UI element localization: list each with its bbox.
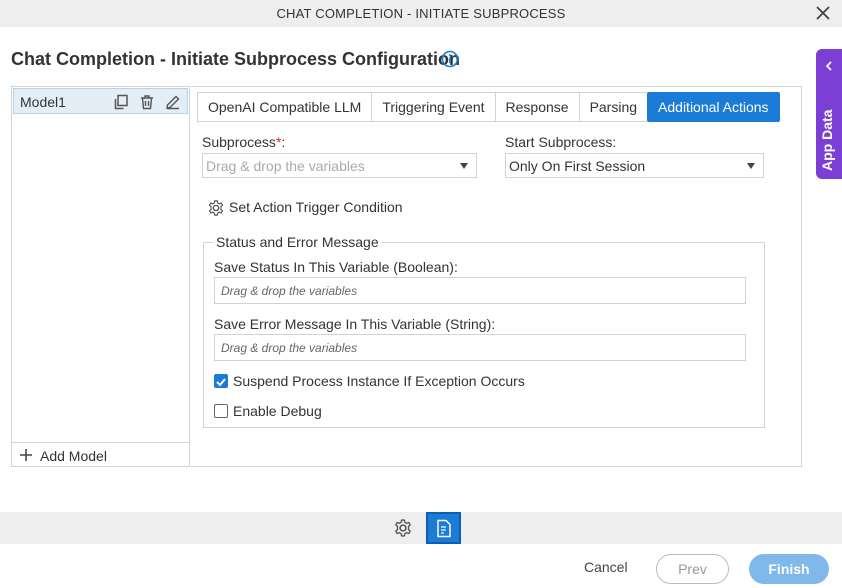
checkmark-icon <box>216 378 226 387</box>
model-name: Model1 <box>20 94 66 110</box>
app-data-label: App Data <box>819 109 835 171</box>
start-subprocess-label: Start Subprocess: <box>505 134 617 150</box>
save-status-label: Save Status In This Variable (Boolean): <box>214 259 458 275</box>
tab-openai-compatible-llm[interactable]: OpenAI Compatible LLM <box>197 92 372 122</box>
suspend-process-label: Suspend Process Instance If Exception Oc… <box>233 373 525 389</box>
plus-icon <box>20 449 32 461</box>
save-error-label: Save Error Message In This Variable (Str… <box>214 316 496 332</box>
subprocess-label: Subprocess*: <box>202 134 286 150</box>
model-list-panel: Model1 Add Model <box>11 86 190 467</box>
start-subprocess-dropdown[interactable]: Only On First Session <box>505 153 764 178</box>
subprocess-placeholder: Drag & drop the variables <box>206 158 365 174</box>
chevron-left-icon <box>825 61 832 71</box>
app-data-tab[interactable]: App Data <box>816 49 842 179</box>
gear-icon <box>208 200 224 216</box>
enable-debug-label: Enable Debug <box>233 403 322 419</box>
chevron-down-icon <box>747 163 755 169</box>
finish-button[interactable]: Finish <box>749 554 829 584</box>
subprocess-dropdown[interactable]: Drag & drop the variables <box>202 153 477 178</box>
cancel-button[interactable]: Cancel <box>584 559 628 575</box>
tab-strip: OpenAI Compatible LLM Triggering Event R… <box>197 92 780 122</box>
enable-debug-checkbox[interactable] <box>214 404 228 418</box>
set-action-trigger-condition-label: Set Action Trigger Condition <box>229 199 403 215</box>
add-model-button[interactable]: Add Model <box>12 442 189 467</box>
document-icon <box>437 519 451 538</box>
gear-icon[interactable] <box>393 518 413 538</box>
tab-response[interactable]: Response <box>494 92 579 122</box>
document-view-button[interactable] <box>426 512 461 544</box>
tab-parsing[interactable]: Parsing <box>578 92 648 122</box>
start-subprocess-value: Only On First Session <box>509 158 646 174</box>
tab-additional-actions[interactable]: Additional Actions <box>647 92 780 122</box>
page-title: Chat Completion - Initiate Subprocess Co… <box>11 49 461 69</box>
delete-icon[interactable] <box>138 93 156 111</box>
dialog-titlebar: CHAT COMPLETION - INITIATE SUBPROCESS <box>0 0 842 27</box>
save-status-placeholder: Drag & drop the variables <box>221 284 358 298</box>
tab-triggering-event[interactable]: Triggering Event <box>371 92 495 122</box>
chevron-down-icon <box>460 163 468 169</box>
save-status-input[interactable]: Drag & drop the variables <box>214 277 746 304</box>
close-icon[interactable] <box>814 4 832 22</box>
status-error-fieldset: Status and Error Message Save Status In … <box>203 234 765 428</box>
model-list-item[interactable]: Model1 <box>13 88 188 114</box>
save-error-input[interactable]: Drag & drop the variables <box>214 334 746 361</box>
status-error-legend: Status and Error Message <box>213 234 382 250</box>
info-icon[interactable] <box>441 50 459 68</box>
edit-icon[interactable] <box>164 93 182 111</box>
bottom-toolbar <box>0 512 842 544</box>
suspend-process-checkbox[interactable] <box>214 374 228 388</box>
copy-icon[interactable] <box>112 93 130 111</box>
add-model-label: Add Model <box>40 448 107 464</box>
prev-button[interactable]: Prev <box>656 554 729 584</box>
dialog-title: CHAT COMPLETION - INITIATE SUBPROCESS <box>276 6 566 21</box>
configuration-panel: OpenAI Compatible LLM Triggering Event R… <box>191 86 802 467</box>
save-error-placeholder: Drag & drop the variables <box>221 341 358 355</box>
